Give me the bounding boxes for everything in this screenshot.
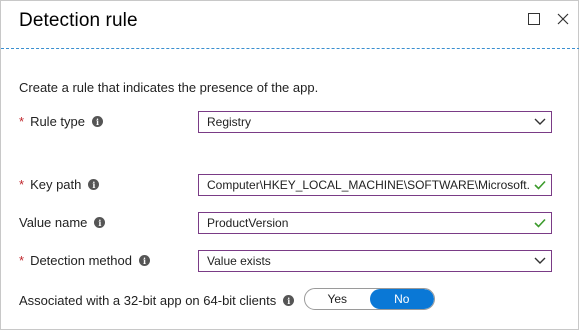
associated-32bit-label: Associated with a 32-bit app on 64-bit c…: [19, 293, 295, 308]
associated-32bit-toggle[interactable]: Yes No: [304, 288, 435, 310]
chevron-down-icon: [529, 112, 551, 132]
value-name-value: ProductVersion: [207, 216, 289, 230]
rule-type-label-text: Rule type: [30, 114, 85, 129]
detection-rule-panel: Detection rule Create a rule that indica…: [0, 0, 579, 330]
toggle-no-option[interactable]: No: [369, 289, 434, 309]
key-path-value: Computer\HKEY_LOCAL_MACHINE\SOFTWARE\Mic…: [207, 178, 529, 192]
info-icon[interactable]: i: [283, 295, 295, 306]
detection-method-value: Value exists: [207, 254, 271, 268]
close-icon: [557, 13, 569, 25]
value-name-label: Value name i: [19, 215, 106, 230]
toggle-yes-option[interactable]: Yes: [305, 289, 370, 309]
info-icon[interactable]: i: [91, 116, 103, 127]
required-marker: *: [19, 177, 25, 192]
chevron-down-icon: [529, 251, 551, 271]
rule-type-select[interactable]: Registry: [198, 111, 552, 133]
maximize-button[interactable]: [525, 10, 543, 28]
rule-type-value: Registry: [207, 115, 252, 129]
value-name-label-text: Value name: [19, 215, 88, 230]
maximize-icon: [528, 13, 540, 25]
key-path-label-text: Key path: [30, 177, 82, 192]
check-icon: [529, 175, 551, 195]
panel-header: Detection rule: [1, 1, 579, 49]
rule-type-label: * Rule type i: [19, 114, 103, 129]
panel-description: Create a rule that indicates the presenc…: [19, 80, 319, 95]
close-button[interactable]: [554, 10, 572, 28]
value-name-input[interactable]: ProductVersion: [198, 212, 552, 234]
required-marker: *: [19, 253, 25, 268]
info-icon[interactable]: i: [94, 217, 106, 228]
key-path-input[interactable]: Computer\HKEY_LOCAL_MACHINE\SOFTWARE\Mic…: [198, 174, 552, 196]
info-icon[interactable]: i: [138, 255, 150, 266]
detection-method-label: * Detection method i: [19, 253, 150, 268]
check-icon: [529, 213, 551, 233]
info-icon[interactable]: i: [88, 179, 100, 190]
associated-32bit-label-text: Associated with a 32-bit app on 64-bit c…: [19, 293, 277, 308]
required-marker: *: [19, 114, 25, 129]
detection-method-select[interactable]: Value exists: [198, 250, 552, 272]
page-title: Detection rule: [19, 10, 138, 31]
key-path-label: * Key path i: [19, 177, 100, 192]
detection-method-label-text: Detection method: [30, 253, 132, 268]
